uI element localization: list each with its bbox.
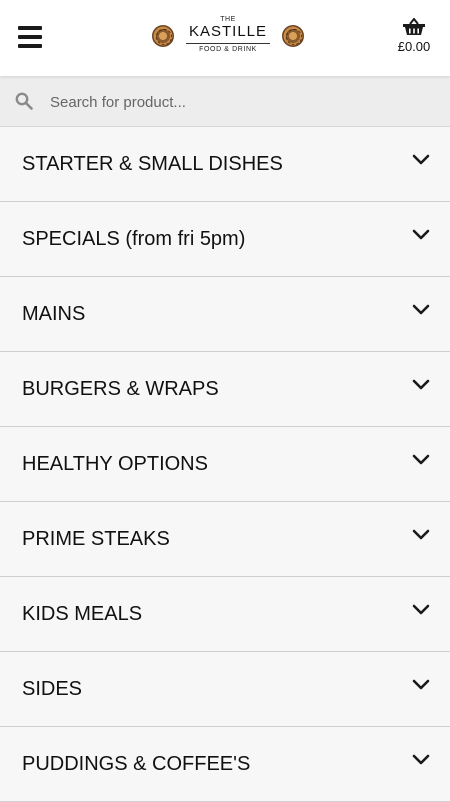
chevron-down-icon xyxy=(412,304,430,315)
category-item[interactable]: MAINS xyxy=(0,277,450,352)
brand-logo[interactable]: THE KASTILLE FOOD & DRINK xyxy=(152,16,304,60)
category-label: BURGERS & WRAPS xyxy=(22,378,219,400)
cart-button[interactable]: £0.00 xyxy=(392,18,436,54)
category-item[interactable]: SPECIALS (from fri 5pm) xyxy=(0,202,450,277)
search-bar xyxy=(0,76,450,127)
logo-divider xyxy=(186,43,270,44)
hamburger-menu-icon[interactable] xyxy=(18,26,42,48)
cart-total: £0.00 xyxy=(397,39,431,54)
category-item[interactable]: PRIME STEAKS xyxy=(0,502,450,577)
chevron-down-icon xyxy=(412,454,430,465)
category-label: SIDES xyxy=(22,678,83,700)
search-input[interactable] xyxy=(48,88,432,116)
category-label: MAINS xyxy=(22,303,86,325)
category-label: SPECIALS (from fri 5pm) xyxy=(22,228,246,250)
category-label: HEALTHY OPTIONS xyxy=(22,453,208,475)
category-item[interactable]: BURGERS & WRAPS xyxy=(0,352,450,427)
category-item[interactable]: KIDS MEALS xyxy=(0,577,450,652)
category-item[interactable]: PUDDINGS & COFFEE'S xyxy=(0,727,450,802)
chevron-down-icon xyxy=(412,379,430,390)
chevron-down-icon xyxy=(412,604,430,615)
chevron-down-icon xyxy=(412,154,430,165)
logo-tagline: FOOD & DRINK xyxy=(199,46,257,53)
chevron-down-icon xyxy=(412,529,430,540)
logo-emblem-left xyxy=(152,25,174,47)
category-item[interactable]: SIDES xyxy=(0,652,450,727)
category-label: STARTER & SMALL DISHES xyxy=(22,153,283,175)
search-icon xyxy=(15,92,33,110)
category-label: PRIME STEAKS xyxy=(22,528,170,550)
chevron-down-icon xyxy=(412,754,430,765)
category-list: STARTER & SMALL DISHES SPECIALS (from fr… xyxy=(0,127,450,802)
app-header: THE KASTILLE FOOD & DRINK £0.00 xyxy=(0,0,450,76)
logo-emblem-right xyxy=(282,25,304,47)
logo-the: THE xyxy=(220,16,236,23)
logo-brand-name: KASTILLE xyxy=(188,23,268,40)
category-label: KIDS MEALS xyxy=(22,603,143,625)
category-item[interactable]: STARTER & SMALL DISHES xyxy=(0,127,450,202)
category-item[interactable]: HEALTHY OPTIONS xyxy=(0,427,450,502)
basket-icon xyxy=(403,18,425,35)
category-label: PUDDINGS & COFFEE'S xyxy=(22,753,251,775)
chevron-down-icon xyxy=(412,229,430,240)
chevron-down-icon xyxy=(412,679,430,690)
